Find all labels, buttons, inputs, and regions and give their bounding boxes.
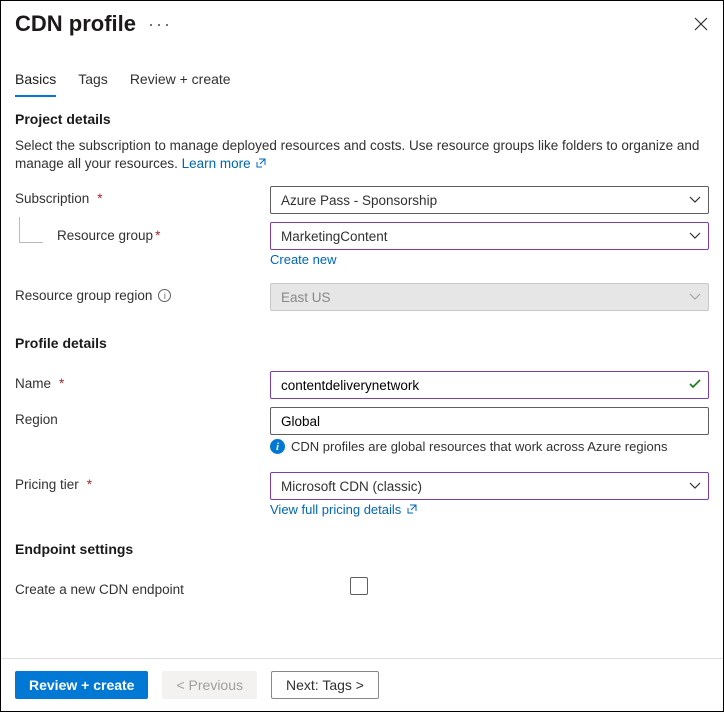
- pricing-value: Microsoft CDN (classic): [281, 479, 422, 494]
- project-details-text: Select the subscription to manage deploy…: [15, 138, 699, 171]
- blade-header: CDN profile ···: [1, 1, 723, 43]
- region-info-row: i CDN profiles are global resources that…: [270, 439, 709, 454]
- form-content: Project details Select the subscription …: [1, 97, 723, 658]
- profile-region-label-text: Region: [15, 412, 58, 427]
- checkmark-icon: [687, 376, 703, 392]
- region-label-text: Resource group region: [15, 288, 152, 303]
- learn-more-link[interactable]: Learn more: [182, 156, 267, 171]
- create-endpoint-checkbox[interactable]: [350, 577, 368, 595]
- pricing-link-text: View full pricing details: [270, 502, 401, 517]
- required-asterisk: *: [87, 477, 92, 492]
- profile-region-label: Region: [15, 407, 270, 427]
- region-label: Resource group region i: [15, 283, 270, 303]
- profile-region-input[interactable]: [270, 407, 709, 435]
- pricing-label: Pricing tier *: [15, 472, 270, 492]
- resource-group-label-text: Resource group: [57, 228, 153, 243]
- pricing-label-text: Pricing tier: [15, 477, 79, 492]
- resource-group-label: Resource group*: [15, 222, 270, 243]
- subscription-label-text: Subscription: [15, 191, 89, 206]
- subscription-select[interactable]: Azure Pass - Sponsorship: [270, 186, 709, 214]
- next-button[interactable]: Next: Tags >: [271, 671, 379, 699]
- previous-button: < Previous: [162, 671, 257, 699]
- review-create-button[interactable]: Review + create: [15, 671, 148, 699]
- tab-review[interactable]: Review + create: [130, 71, 231, 97]
- section-project-details: Project details: [15, 111, 709, 127]
- section-profile-details: Profile details: [15, 335, 709, 351]
- region-value: East US: [281, 290, 331, 305]
- project-details-description: Select the subscription to manage deploy…: [15, 137, 709, 172]
- required-asterisk: *: [97, 191, 102, 206]
- resource-group-value: MarketingContent: [281, 229, 388, 244]
- info-icon[interactable]: i: [158, 289, 171, 302]
- region-info-text: CDN profiles are global resources that w…: [291, 439, 667, 454]
- footer-bar: Review + create < Previous Next: Tags >: [1, 658, 723, 711]
- required-asterisk: *: [155, 228, 160, 243]
- tab-basics[interactable]: Basics: [15, 71, 56, 97]
- create-endpoint-label: Create a new CDN endpoint: [15, 577, 270, 597]
- pricing-details-link[interactable]: View full pricing details: [270, 502, 417, 517]
- external-link-icon: [407, 504, 417, 514]
- subscription-label: Subscription *: [15, 186, 270, 206]
- more-icon[interactable]: ···: [148, 14, 172, 35]
- resource-group-select[interactable]: MarketingContent: [270, 222, 709, 250]
- subscription-value: Azure Pass - Sponsorship: [281, 193, 437, 208]
- close-icon[interactable]: [693, 16, 709, 32]
- tab-bar: Basics Tags Review + create: [1, 43, 723, 97]
- pricing-select[interactable]: Microsoft CDN (classic): [270, 472, 709, 500]
- learn-more-text: Learn more: [182, 156, 251, 171]
- required-asterisk: *: [59, 376, 64, 391]
- section-endpoint: Endpoint settings: [15, 541, 709, 557]
- info-icon: i: [270, 439, 285, 454]
- page-title: CDN profile: [15, 11, 136, 37]
- name-label-text: Name: [15, 376, 51, 391]
- external-link-icon: [256, 158, 266, 168]
- create-new-link[interactable]: Create new: [270, 252, 336, 267]
- tab-tags[interactable]: Tags: [78, 71, 108, 97]
- name-input[interactable]: [270, 371, 709, 399]
- region-select: East US: [270, 283, 709, 311]
- tree-connector: [19, 217, 43, 243]
- name-label: Name *: [15, 371, 270, 391]
